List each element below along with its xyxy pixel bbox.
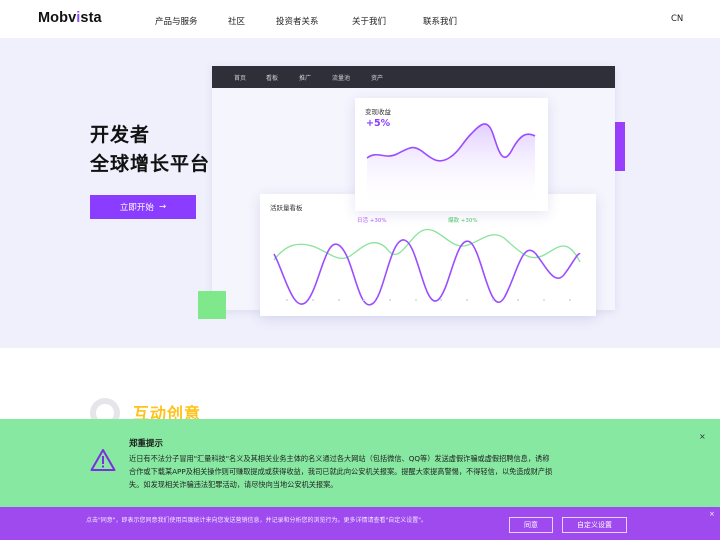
notice-text-line: 失。如发现相关诈骗违法犯罪活动，请尽快向当地公安机关报案。 (129, 480, 338, 489)
get-started-button[interactable]: 立即开始 → (90, 195, 196, 219)
nav-investor-relations[interactable]: 投资者关系 (276, 15, 319, 27)
mobvista-logo[interactable]: Mobvista (38, 10, 102, 26)
green-series-line (273, 228, 581, 263)
dashboard-tab-home: 首页 (234, 75, 247, 82)
dashboard-tab-board: 看板 (266, 75, 279, 82)
close-icon[interactable]: × (699, 432, 706, 441)
hero-section: 开发者 全球增长平台 立即开始 → 首页 看板 推广 流量池 资产 活跃量看板 … (0, 38, 720, 348)
x-tick (286, 299, 288, 301)
cookie-consent-bar: 点击"同意"，即表示您同意我们使用百度统计来向您发送营销信息，并记录和分析您的浏… (0, 507, 720, 540)
revenue-area-fill (367, 123, 535, 208)
fraud-warning-banner: 郑重提示 近日有不法分子冒用"汇量科技"名义及其相关业务主体的名义通过各大网站（… (0, 419, 720, 507)
top-navbar: Mobvista 产品与服务 社区 投资者关系 关于我们 联系我们 CN (0, 0, 720, 38)
language-switcher[interactable]: CN (671, 14, 683, 24)
get-started-label: 立即开始 (119, 203, 154, 213)
notice-title: 郑重提示 (129, 439, 164, 449)
active-users-line-chart (273, 228, 581, 306)
x-tick (543, 299, 545, 301)
warning-triangle-icon (90, 449, 116, 471)
dashboard-tab-traffic: 流量池 (332, 75, 351, 82)
x-tick (569, 299, 571, 301)
x-tick (363, 299, 365, 301)
x-tick (415, 299, 417, 301)
x-tick (338, 299, 340, 301)
notice-text-line: 合作或下载某APP及相关操作则可赚取提成或获得收益，我司已就此向公安机关报案。提… (129, 467, 553, 476)
x-tick (517, 299, 519, 301)
nav-products-services[interactable]: 产品与服务 (155, 15, 198, 27)
active-users-card: 活跃量看板 日活 +30% 爆款 +30% (260, 194, 596, 316)
dashboard-tab-assets: 资产 (371, 75, 384, 82)
x-tick (312, 299, 314, 301)
dashboard-tab-promote: 推广 (299, 75, 312, 82)
x-axis-ticks (286, 299, 571, 301)
close-icon[interactable]: × (709, 510, 715, 518)
revenue-area-chart (366, 123, 536, 208)
notice-text-line: 近日有不法分子冒用"汇量科技"名义及其相关业务主体的名义通过各大网站（包括微信、… (129, 454, 550, 463)
nav-about-us[interactable]: 关于我们 (352, 15, 386, 27)
x-tick (440, 299, 442, 301)
x-tick (492, 299, 494, 301)
agree-button[interactable]: 同意 (509, 517, 553, 533)
nav-community[interactable]: 社区 (228, 15, 245, 27)
x-tick (389, 299, 391, 301)
decorative-green-square (198, 291, 226, 319)
hero-title-line1: 开发者 (90, 124, 151, 146)
revenue-card: 变现收益 +5% (355, 98, 548, 211)
hero-title-line2: 全球增长平台 (90, 153, 211, 175)
x-tick (466, 299, 468, 301)
dashboard-tab-bar: 首页 看板 推广 流量池 资产 (212, 66, 615, 88)
arrow-right-icon: → (158, 202, 167, 212)
nav-contact-us[interactable]: 联系我们 (423, 15, 457, 27)
customize-settings-button[interactable]: 自定义设置 (562, 517, 627, 533)
cookie-consent-text: 点击"同意"，即表示您同意我们使用百度统计来向您发送营销信息，并记录和分析您的浏… (86, 517, 428, 524)
